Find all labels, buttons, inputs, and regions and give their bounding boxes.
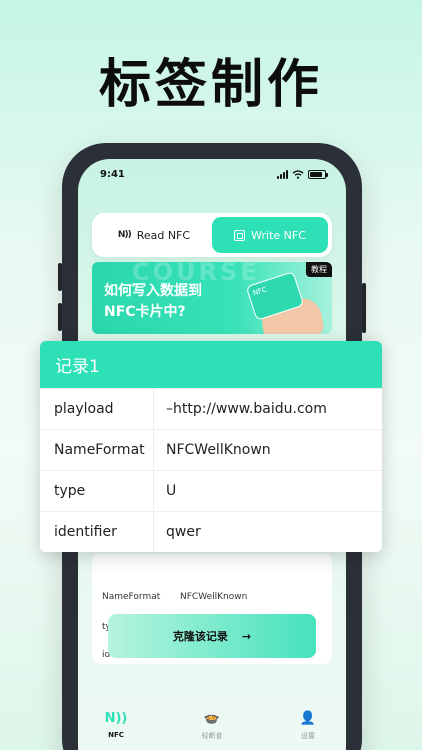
read-nfc-tab[interactable]: N)) Read NFC	[96, 217, 212, 253]
write-nfc-tab[interactable]: Write NFC	[212, 217, 328, 253]
volume-down-button	[58, 303, 62, 331]
wifi-icon	[292, 170, 304, 179]
row-key: playload	[54, 401, 114, 417]
signal-icon	[277, 170, 288, 179]
row-key: NameFormat	[54, 442, 145, 458]
status-bar: 9:41	[100, 169, 328, 183]
volume-up-button	[58, 263, 62, 291]
row-value: NFCWellKnown	[166, 442, 271, 458]
record-key: NameFormat	[102, 592, 161, 602]
clone-record-button[interactable]: 克隆该记录 →	[108, 614, 316, 658]
table-row: type U	[40, 470, 382, 511]
status-time: 9:41	[100, 169, 125, 180]
tab-label: 轻断食	[201, 732, 223, 740]
banner-title-line2: NFC卡片中?	[104, 304, 186, 320]
page-headline: 标签制作	[98, 55, 323, 115]
record-popup: 记录1 playload –http://www.baidu.com NameF…	[40, 341, 382, 552]
read-nfc-label: Read NFC	[136, 228, 191, 242]
tab-label: NFC	[108, 731, 124, 739]
table-row: playload –http://www.baidu.com	[40, 388, 382, 429]
tutorial-badge: 教程	[306, 262, 332, 277]
popup-title: 记录1	[40, 341, 382, 388]
tab-settings[interactable]: 👤 设置	[278, 709, 338, 741]
card-text: NFC	[251, 285, 268, 298]
row-key: type	[54, 483, 86, 499]
mode-switch: N)) Read NFC Write NFC	[92, 213, 332, 257]
write-nfc-label: Write NFC	[251, 228, 306, 242]
clone-record-label: 克隆该记录	[172, 630, 228, 643]
row-value: –http://www.baidu.com	[166, 401, 327, 417]
tutorial-banner[interactable]: COURSE 教程 如何写入数据到 NFC卡片中? NFC	[92, 262, 332, 334]
write-frame-icon	[234, 229, 246, 241]
table-row: NameFormat NFCWellKnown	[40, 429, 382, 470]
row-value: U	[166, 483, 177, 499]
nfc-icon: N))	[117, 230, 132, 240]
tab-nfc[interactable]: N)) NFC	[86, 709, 146, 740]
record-value: NFCWellKnown	[180, 592, 248, 602]
nfc-tab-icon: N))	[104, 710, 128, 726]
table-row: identifier qwer	[40, 511, 382, 552]
bottom-tabbar: N)) NFC 🍲 轻断食 👤 设置	[78, 689, 346, 750]
user-icon: 👤	[299, 710, 317, 726]
battery-icon	[308, 170, 328, 179]
banner-title-line1: 如何写入数据到	[104, 283, 202, 299]
status-icons	[277, 170, 328, 179]
row-value: qwer	[166, 524, 201, 540]
tab-fasting[interactable]: 🍲 轻断食	[182, 709, 242, 741]
bowl-icon: 🍲	[203, 710, 221, 726]
row-key: identifier	[54, 524, 117, 540]
power-button	[362, 283, 366, 333]
arrow-right-icon: →	[241, 629, 252, 643]
tab-label: 设置	[301, 732, 315, 740]
